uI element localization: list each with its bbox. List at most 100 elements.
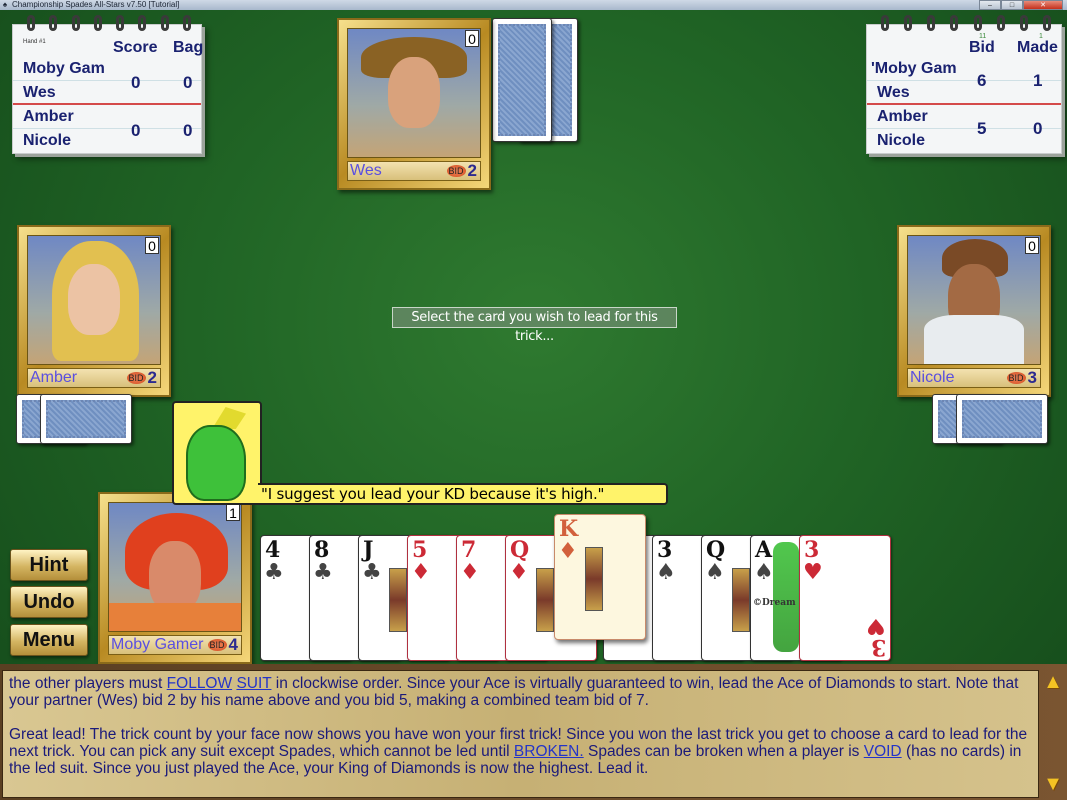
undo-button[interactable]: Undo [10, 586, 88, 618]
team2-player1: Amber [867, 105, 1061, 129]
team1-bags: 0 [183, 73, 193, 92]
bid-icon: BID [446, 165, 466, 177]
team1-bid: 6 [977, 71, 987, 90]
player-name: Wes [350, 162, 382, 179]
court-card-art [585, 547, 603, 611]
card-suit-icon: ♦ [460, 560, 480, 585]
card-suit-icon: ♠ [656, 560, 676, 585]
suit-link[interactable]: SUIT [236, 675, 271, 692]
team1-score: 0 [131, 73, 141, 92]
card-rank: 3 [804, 537, 820, 563]
avatar [347, 28, 481, 158]
status-prompt: Select the card you wish to lead for thi… [392, 307, 677, 344]
card-back [40, 394, 132, 444]
card-rank: Q [510, 537, 530, 563]
name-bar: Amber BID 2 [27, 368, 161, 388]
card-suit-icon: ♠ [705, 560, 725, 585]
tutorial-text: the other players must FOLLOW SUIT in cl… [2, 670, 1039, 798]
name-bar: Moby Gamer BID 4 [108, 635, 242, 655]
card-rank: 8 [314, 537, 330, 563]
team2-score: 0 [131, 121, 141, 140]
card-suit-icon: ♣ [362, 560, 382, 585]
player-name: Moby Gamer [111, 636, 204, 653]
card-suit-icon: ♠ [754, 560, 774, 585]
team1-made: 1 [1033, 71, 1043, 90]
card-rank: J [363, 537, 374, 563]
close-button[interactable]: ✕ [1023, 0, 1063, 10]
card-back [956, 394, 1048, 444]
playing-card[interactable]: K ♦ [554, 514, 646, 640]
card-rank: 7 [461, 537, 477, 563]
menu-button[interactable]: Menu [10, 624, 88, 656]
player-bid: 4 [228, 635, 238, 654]
playing-card[interactable]: 3 ♥ ♥ 3 [799, 535, 891, 661]
team2-bid: 5 [977, 119, 987, 138]
team2-made: 0 [1033, 119, 1043, 138]
follow-link[interactable]: FOLLOW [167, 675, 232, 692]
tutorial-panel: the other players must FOLLOW SUIT in cl… [0, 664, 1067, 800]
avatar [907, 235, 1041, 365]
team2-player1: Amber [13, 105, 201, 129]
card-suit-icon: ♥ [803, 560, 823, 585]
ace-dragon-art [773, 542, 799, 652]
helper-speech-bubble: "I suggest you lead your KD because it's… [258, 483, 668, 505]
trick-count: 0 [145, 237, 159, 254]
court-card-art [389, 568, 407, 632]
card-suit-icon: ♦ [558, 539, 578, 564]
score-header: Score [113, 39, 158, 56]
court-card-art [536, 568, 554, 632]
card-suit-icon: ♦ [509, 560, 529, 585]
bid-icon: BID [207, 639, 227, 651]
team2-player2: Nicole [23, 132, 72, 149]
hint-button[interactable]: Hint [10, 549, 88, 581]
name-bar: Wes BID 2 [347, 161, 481, 181]
card-suit-icon: ♥ [866, 613, 886, 638]
card-rank: A [755, 537, 773, 563]
broken-link[interactable]: BROKEN. [514, 743, 584, 760]
trick-count: 0 [465, 30, 479, 47]
bid-icon: BID [126, 372, 146, 384]
hand-number: Hand #1 [23, 39, 46, 45]
player-bid: 2 [467, 161, 477, 180]
tutorial-paragraph: the other players must FOLLOW SUIT in cl… [9, 675, 1019, 709]
spade-icon: ♠ [2, 0, 8, 9]
bag-header: Bag [173, 39, 204, 56]
card-rank: 3 [657, 537, 673, 563]
player-portrait-west: 0 Amber BID 2 [17, 225, 171, 397]
player-name: Nicole [910, 369, 955, 386]
minimize-button[interactable]: – [979, 0, 1001, 10]
card-suit-icon: ♣ [264, 560, 284, 585]
void-link[interactable]: VOID [864, 743, 902, 760]
team2-bags: 0 [183, 121, 193, 140]
bid-header: Bid [969, 39, 995, 56]
team1-player2: Wes [23, 84, 56, 101]
trick-count: 0 [1025, 237, 1039, 254]
player-name: Amber [30, 369, 78, 386]
tutorial-paragraph: Great lead! The trick count by your face… [9, 726, 1028, 777]
card-rank: 4 [265, 537, 281, 563]
team2-player2: Nicole [877, 132, 926, 149]
avatar [27, 235, 161, 365]
card-rank: 3 [870, 634, 886, 660]
card-suit-icon: ♦ [411, 560, 431, 585]
window-controls: – □ ✕ [979, 0, 1063, 10]
team1-player1: Moby Gam [13, 57, 201, 81]
helper-dragon [172, 401, 262, 505]
spiral-binding [881, 15, 1051, 33]
player-bid: 2 [147, 368, 157, 387]
card-suit-icon: ♣ [313, 560, 333, 585]
card-rank: K [559, 516, 579, 542]
team1-player2: Wes [877, 84, 910, 101]
player-portrait-east: 0 Nicole BID 3 [897, 225, 1051, 397]
card-rank: 5 [412, 537, 428, 563]
maximize-button[interactable]: □ [1001, 0, 1023, 10]
title-bar: ♠ Championship Spades All-Stars v7.50 [T… [0, 0, 1067, 10]
window-title: Championship Spades All-Stars v7.50 [Tut… [12, 0, 180, 9]
team1-player1: 'Moby Gam [867, 57, 1061, 81]
scroll-down-arrow-icon[interactable]: ▼ [1043, 774, 1063, 794]
scroll-up-arrow-icon[interactable]: ▲ [1043, 672, 1063, 692]
made-header: Made [1017, 39, 1058, 56]
card-back [492, 18, 552, 142]
dragon-icon [186, 425, 246, 501]
name-bar: Nicole BID 3 [907, 368, 1041, 388]
